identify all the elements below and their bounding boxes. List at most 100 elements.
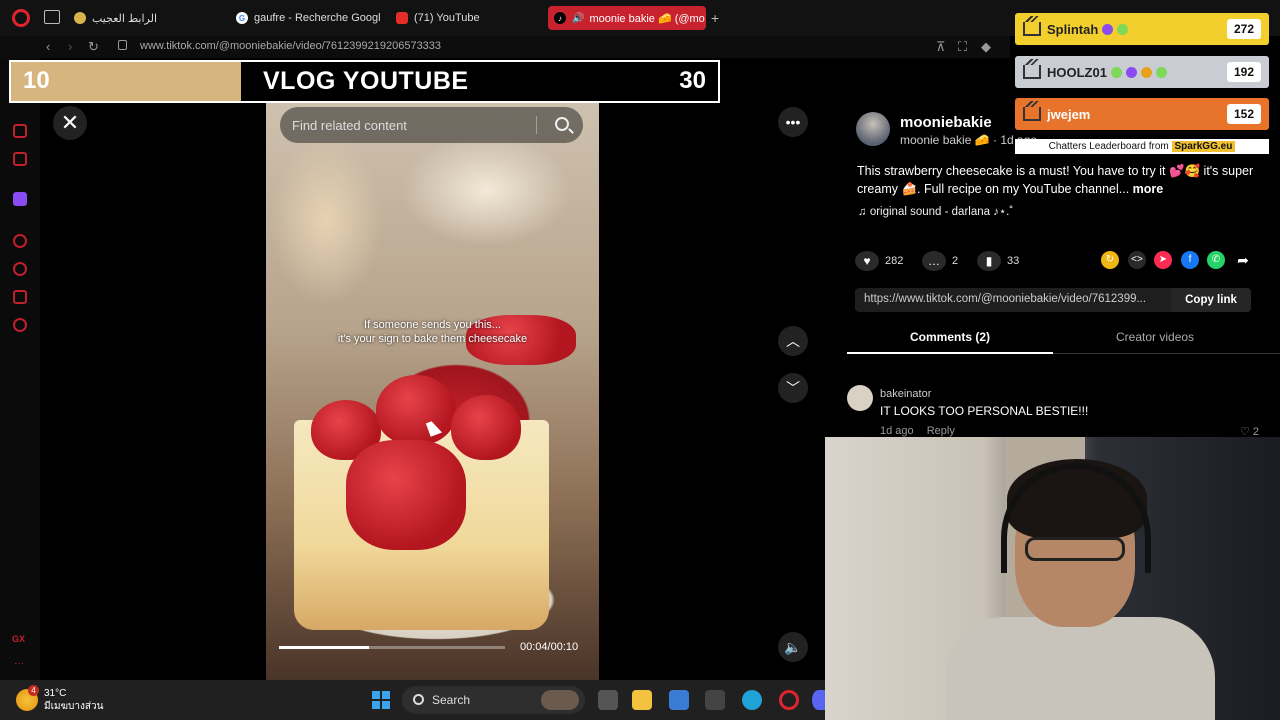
save-button[interactable]: ▮ 33 [977, 251, 1019, 271]
tab-youtube[interactable]: (71) YouTube [396, 6, 536, 30]
music-note-icon: ♫ [858, 206, 870, 218]
opera-gx-icon[interactable] [779, 690, 799, 710]
unity-icon[interactable] [705, 690, 725, 710]
leaderboard-row: HOOLZ01 192 [1015, 56, 1269, 88]
snapshot-icon[interactable]: ⛶ [958, 39, 967, 55]
sidebar-aria-icon[interactable] [13, 124, 27, 138]
gx-logo-icon[interactable]: GX [12, 634, 25, 644]
caption-line: If someone sends you this... [364, 319, 501, 331]
discord-icon[interactable] [812, 690, 825, 710]
google-icon: G [236, 12, 248, 24]
opera-logo-icon[interactable] [12, 9, 30, 27]
file-explorer-icon[interactable] [632, 690, 652, 710]
find-related-search[interactable]: Find related content [280, 107, 583, 143]
repost-icon[interactable]: ↻ [1101, 251, 1119, 269]
post-description: This strawberry cheesecake is a must! Yo… [857, 162, 1257, 198]
banner-title: VLOG YOUTUBE [263, 67, 469, 95]
windows-taskbar: 4 31°C มีเมฆบางส่วน Search [0, 680, 825, 720]
leaderboard-name: jwejem [1047, 106, 1091, 122]
sparkgg-brand: SparkGG.eu [1171, 141, 1236, 152]
more-link[interactable]: more [1133, 182, 1164, 196]
search-icon [413, 694, 424, 705]
badge-icon [1155, 66, 1167, 78]
tab-comments[interactable]: Comments (2) [910, 330, 990, 344]
back-icon[interactable]: ‹ [46, 39, 50, 54]
new-tab-button[interactable]: + [711, 10, 719, 26]
badge-icon [1102, 23, 1114, 35]
leaderboard-count: 192 [1226, 62, 1261, 82]
left-score: 10 [11, 62, 241, 101]
sidebar-player-icon[interactable] [13, 234, 27, 248]
description-text: This strawberry cheesecake is a must! Yo… [857, 164, 1254, 196]
store-icon[interactable] [669, 690, 689, 710]
taskbar-search[interactable]: Search [402, 686, 585, 714]
lock-icon [118, 40, 127, 50]
crown-icon [1023, 59, 1041, 79]
like-count: 282 [885, 255, 904, 267]
windows-start-icon[interactable] [372, 691, 390, 709]
close-icon[interactable]: ✕ [53, 106, 87, 140]
reload-icon[interactable]: ↻ [88, 39, 99, 55]
sidebar-twitch-icon[interactable] [13, 192, 27, 206]
tab-active-indicator [847, 352, 1053, 354]
tab-label: moonie bakie 🧀 (@mo [589, 12, 705, 25]
pin-icon[interactable]: ⊼ [936, 39, 946, 55]
search-placeholder: Find related content [292, 117, 407, 133]
more-icon[interactable]: ••• [778, 107, 808, 137]
task-view-icon[interactable] [598, 690, 618, 710]
chevron-down-icon[interactable]: ﹀ [778, 373, 808, 403]
whatsapp-icon[interactable]: ✆ [1207, 251, 1225, 269]
post-link-field[interactable]: https://www.tiktok.com/@mooniebakie/vide… [855, 288, 1251, 312]
badge-icon [1125, 66, 1137, 78]
tab-tiktok-active[interactable]: ♪ 🔊 moonie bakie 🧀 (@mo [548, 6, 706, 30]
workspaces-icon[interactable] [44, 10, 60, 24]
sidebar-mail-icon[interactable] [13, 152, 27, 166]
tab-creator-videos[interactable]: Creator videos [1116, 330, 1194, 344]
video-player[interactable] [266, 90, 599, 680]
search-icon[interactable] [555, 117, 569, 131]
strawberry-image [451, 395, 521, 460]
tab-arabic-link[interactable]: الرابط العجيب [74, 6, 224, 30]
post-link-text: https://www.tiktok.com/@mooniebakie/vide… [864, 293, 1147, 305]
sound-link[interactable]: ♫ original sound - darlana ♪⋆.˚ [858, 204, 1013, 218]
chevron-up-icon[interactable]: ︿ [778, 326, 808, 356]
weather-widget[interactable]: 4 31°C มีเมฆบางส่วน [16, 685, 104, 713]
video-caption: If someone sends you this... it's your s… [266, 318, 599, 346]
facebook-icon[interactable]: f [1181, 251, 1199, 269]
edge-icon[interactable] [742, 690, 762, 710]
comment-button[interactable]: … 2 [922, 251, 958, 271]
avatar[interactable] [856, 112, 890, 146]
search-highlight-image [541, 690, 579, 710]
reply-button[interactable]: Reply [927, 425, 955, 437]
sidebar-history-icon[interactable] [13, 262, 27, 276]
video-progress-bar[interactable] [279, 646, 505, 649]
sidebar-more-icon[interactable]: ··· [14, 658, 24, 669]
tab-label: الرابط العجيب [92, 12, 158, 25]
comment-text: IT LOOKS TOO PERSONAL BESTIE!!! [880, 404, 1089, 418]
tab-favicon-icon [74, 12, 86, 24]
author-name[interactable]: mooniebakie [900, 114, 992, 131]
save-count: 33 [1007, 255, 1020, 267]
video-progress-fill [279, 646, 370, 649]
comment-avatar[interactable] [847, 385, 873, 411]
copy-link-button[interactable]: Copy link [1171, 288, 1251, 312]
comment-count: 2 [952, 255, 959, 267]
like-button[interactable]: ♥ 282 [855, 251, 903, 271]
embed-icon[interactable]: <> [1128, 251, 1146, 269]
sidebar-extensions-icon[interactable] [13, 290, 27, 304]
comment-time: 1d ago [880, 425, 914, 437]
shield-icon[interactable]: ◆ [981, 39, 991, 55]
comment-username[interactable]: bakeinator [880, 388, 931, 400]
volume-icon[interactable]: 🔈 [778, 632, 808, 662]
weather-desc: มีเมฆบางส่วน [44, 701, 104, 712]
badge-icon [1140, 66, 1152, 78]
url-field[interactable]: www.tiktok.com/@mooniebakie/video/761239… [140, 40, 441, 52]
weather-temp: 31°C [44, 688, 67, 699]
video-time: 00:04/00:10 [520, 641, 579, 653]
youtube-icon [396, 12, 408, 24]
tab-google-search[interactable]: G gaufre - Recherche Googl [236, 6, 382, 30]
sidebar-settings-icon[interactable] [13, 318, 27, 332]
share-arrow-icon[interactable]: ➦ [1234, 251, 1252, 269]
send-icon[interactable]: ➤ [1154, 251, 1172, 269]
forward-icon[interactable]: › [68, 39, 72, 54]
